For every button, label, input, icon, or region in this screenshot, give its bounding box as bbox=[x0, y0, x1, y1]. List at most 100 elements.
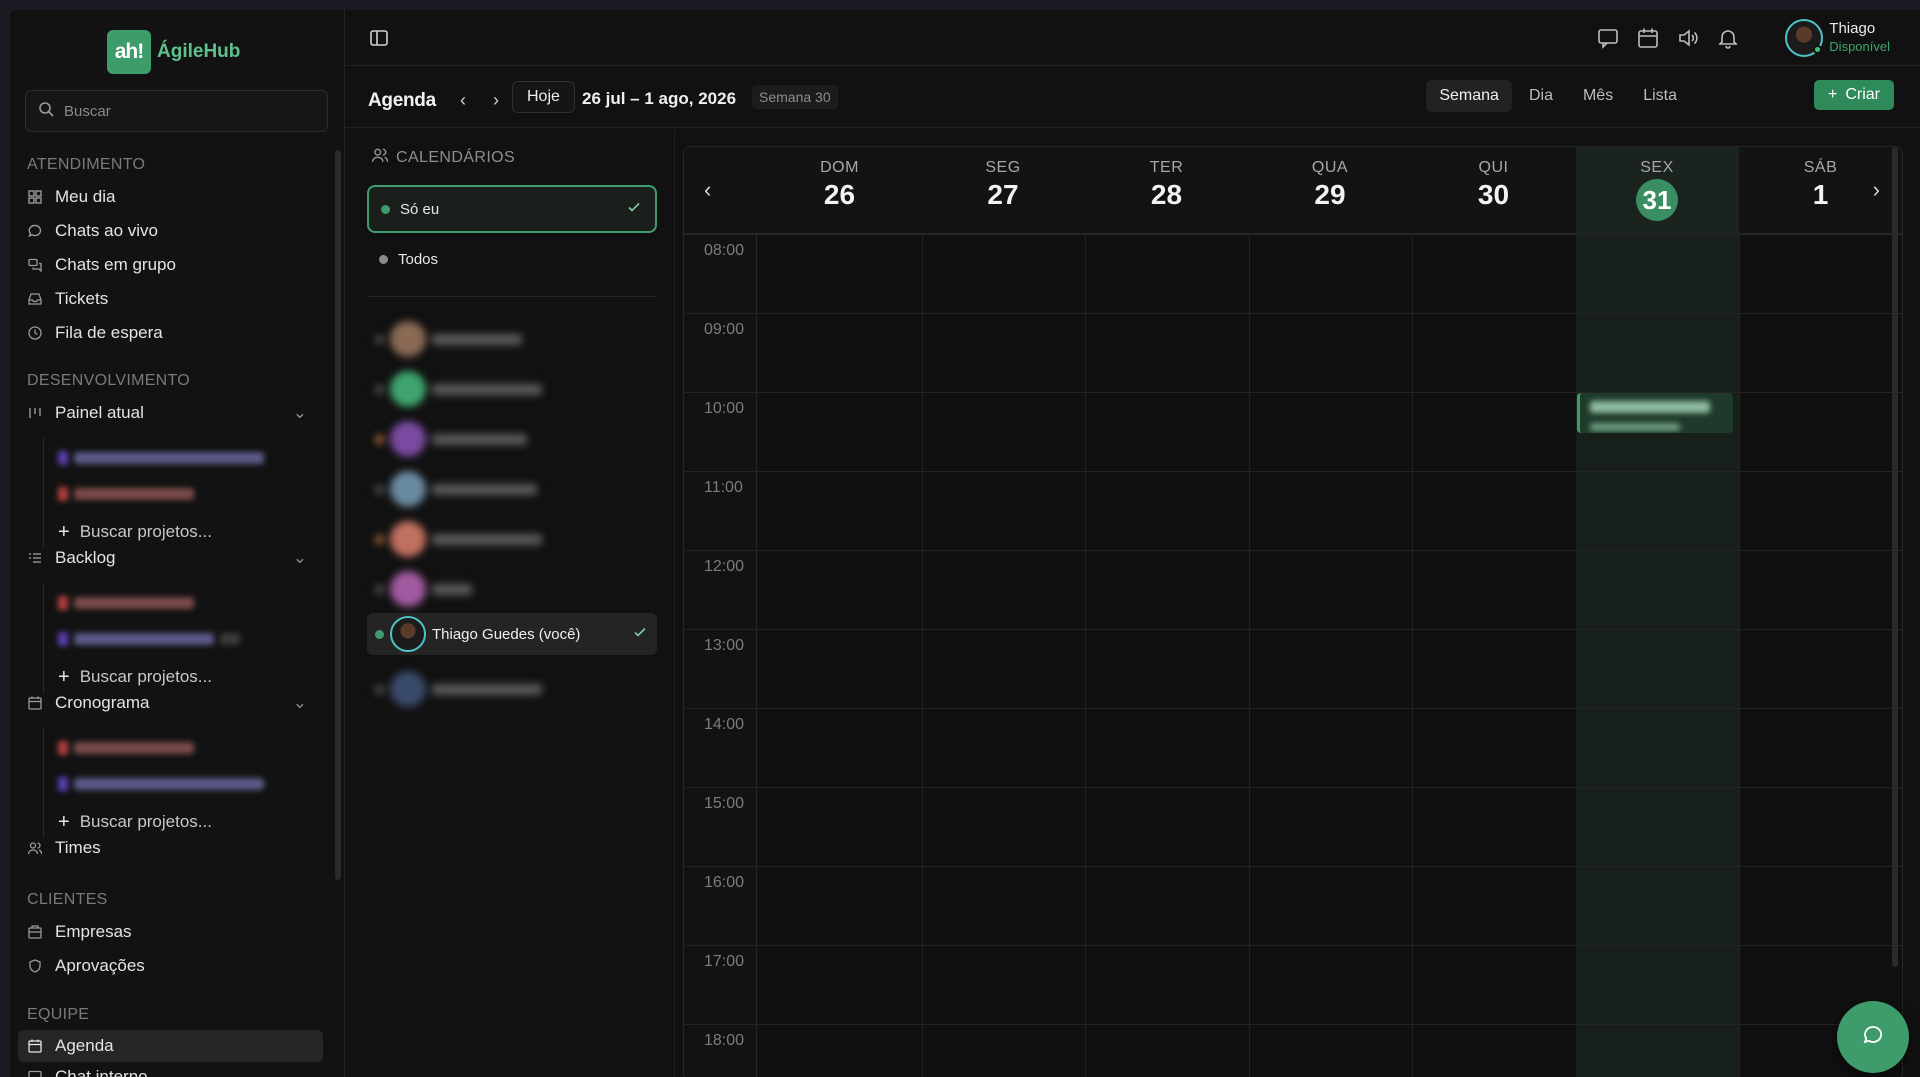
nav-chats-ao-vivo[interactable]: Chats ao vivo bbox=[27, 216, 327, 246]
sidebar-scrollbar[interactable] bbox=[335, 150, 341, 880]
user-menu[interactable]: Thiago Disponível bbox=[1785, 19, 1890, 57]
user-name: Thiago bbox=[1829, 20, 1876, 37]
search-input[interactable] bbox=[64, 102, 304, 120]
calendar-event[interactable] bbox=[1577, 393, 1733, 433]
nav-aprovacoes[interactable]: Aprovações bbox=[27, 951, 327, 981]
speaker-icon[interactable] bbox=[1676, 26, 1700, 50]
nav-label: Fila de espera bbox=[55, 323, 163, 342]
blurred-project[interactable] bbox=[58, 593, 194, 613]
person-item[interactable] bbox=[367, 468, 657, 510]
view-lista[interactable]: Lista bbox=[1630, 80, 1690, 112]
add-project-label: Buscar projetos... bbox=[79, 812, 212, 831]
hour-row[interactable] bbox=[684, 1024, 1902, 1077]
hour-row[interactable] bbox=[684, 550, 1902, 629]
nav-chats-em-grupo[interactable]: Chats em grupo bbox=[27, 250, 327, 280]
calendars-title-text: CALENDÁRIOS bbox=[396, 148, 516, 166]
search-box[interactable] bbox=[25, 90, 328, 132]
user-status: Disponível bbox=[1829, 39, 1890, 54]
person-item[interactable] bbox=[367, 368, 657, 410]
today-button[interactable]: Hoje bbox=[512, 81, 575, 113]
hour-label: 11:00 bbox=[704, 479, 743, 496]
nav-cronograma[interactable]: Cronograma ⌄ bbox=[27, 688, 327, 718]
chevron-down-icon[interactable]: ⌄ bbox=[293, 403, 307, 423]
nav-fila-de-espera[interactable]: Fila de espera bbox=[27, 318, 327, 348]
nav-meu-dia[interactable]: Meu dia bbox=[27, 182, 327, 212]
check-icon bbox=[627, 200, 641, 218]
day-header[interactable]: SEG 27 bbox=[922, 147, 1085, 234]
person-item-me[interactable]: Thiago Guedes (você) bbox=[367, 613, 657, 655]
blurred-project[interactable] bbox=[58, 738, 194, 758]
person-item[interactable] bbox=[367, 418, 657, 460]
avatar bbox=[1785, 19, 1824, 57]
day-header[interactable]: QUA 29 bbox=[1249, 147, 1412, 234]
day-header[interactable]: SÁB 1 bbox=[1739, 147, 1902, 234]
blurred-project[interactable] bbox=[58, 484, 194, 504]
create-label: Criar bbox=[1845, 86, 1880, 103]
create-button[interactable]: + Criar bbox=[1813, 80, 1894, 110]
hour-label: 14:00 bbox=[704, 716, 745, 733]
view-mes[interactable]: Mês bbox=[1570, 80, 1626, 112]
day-name: SEG bbox=[985, 159, 1021, 176]
calendar-option-todos[interactable]: Todos bbox=[367, 235, 657, 283]
chat-fab-button[interactable] bbox=[1837, 1001, 1909, 1073]
date-range: 26 jul – 1 ago, 2026 bbox=[582, 89, 737, 108]
hour-row[interactable] bbox=[684, 945, 1902, 1024]
nav-painel-atual[interactable]: Painel atual ⌄ bbox=[27, 398, 327, 428]
day-name: TER bbox=[1149, 159, 1184, 176]
calendar-icon[interactable] bbox=[1636, 26, 1660, 50]
calendar-header: ‹ › DOM 26 SEG 27 TER 28 QUA 29 QUI 30 SEX 31 SÁB 1 bbox=[684, 147, 1902, 234]
view-semana[interactable]: Semana bbox=[1426, 80, 1512, 112]
nav-label: Empresas bbox=[55, 922, 132, 941]
next-week-button[interactable]: › bbox=[493, 90, 499, 111]
nav-chat-interno[interactable]: Chat interno bbox=[27, 1062, 327, 1077]
day-header[interactable]: QUI 30 bbox=[1412, 147, 1575, 234]
view-dia[interactable]: Dia bbox=[1516, 80, 1566, 112]
hour-row[interactable] bbox=[684, 787, 1902, 866]
nav-times[interactable]: Times bbox=[27, 833, 327, 863]
calendars-panel: CALENDÁRIOS Só eu Todos Thiago Guedes (v… bbox=[345, 129, 675, 1077]
blurred-project[interactable] bbox=[58, 774, 264, 794]
add-project-label: Buscar projetos... bbox=[79, 667, 212, 686]
add-project-button[interactable]: + Buscar projetos... bbox=[58, 520, 212, 544]
plus-icon: + bbox=[58, 665, 70, 688]
sidebar-toggle-icon[interactable] bbox=[369, 28, 391, 48]
hour-label: 16:00 bbox=[704, 874, 745, 891]
chevron-down-icon[interactable]: ⌄ bbox=[293, 548, 307, 568]
nav-empresas[interactable]: Empresas bbox=[27, 917, 327, 947]
users-icon bbox=[27, 840, 43, 856]
blurred-project[interactable] bbox=[58, 448, 264, 468]
nav-agenda[interactable]: Agenda bbox=[18, 1030, 323, 1062]
prev-week-button[interactable]: ‹ bbox=[460, 90, 466, 111]
day-name: SEX bbox=[1640, 159, 1674, 176]
hour-row[interactable] bbox=[684, 866, 1902, 945]
chevron-left-icon[interactable]: ‹ bbox=[704, 177, 711, 203]
hour-row[interactable] bbox=[684, 234, 1902, 313]
day-header[interactable]: SEX 31 bbox=[1575, 147, 1739, 234]
section-atendimento: ATENDIMENTO bbox=[27, 156, 146, 173]
hour-label: 08:00 bbox=[704, 242, 745, 259]
chat-group-icon bbox=[27, 257, 43, 273]
add-project-button[interactable]: + Buscar projetos... bbox=[58, 665, 212, 689]
hour-row[interactable] bbox=[684, 708, 1902, 787]
bell-icon[interactable] bbox=[1716, 26, 1740, 50]
person-item[interactable] bbox=[367, 568, 657, 610]
hour-row[interactable] bbox=[684, 471, 1902, 550]
message-icon[interactable] bbox=[1596, 26, 1620, 50]
person-item[interactable] bbox=[367, 518, 657, 560]
hour-row[interactable] bbox=[684, 629, 1902, 708]
day-header[interactable]: TER 28 bbox=[1085, 147, 1248, 234]
person-item[interactable] bbox=[367, 668, 657, 710]
blurred-project[interactable] bbox=[58, 629, 240, 649]
nav-backlog[interactable]: Backlog ⌄ bbox=[27, 543, 327, 573]
nav-tickets[interactable]: Tickets bbox=[27, 284, 327, 314]
day-header[interactable]: DOM 26 bbox=[758, 147, 921, 234]
hour-label: 10:00 bbox=[704, 400, 745, 417]
person-item[interactable] bbox=[367, 318, 657, 360]
nav-label: Aprovações bbox=[55, 956, 145, 975]
hour-row[interactable] bbox=[684, 313, 1902, 392]
add-project-button[interactable]: + Buscar projetos... bbox=[58, 810, 212, 834]
calendar-scrollbar[interactable] bbox=[1892, 147, 1898, 967]
brand-logo[interactable]: ah! ÁgileHub bbox=[107, 30, 240, 74]
chevron-down-icon[interactable]: ⌄ bbox=[293, 693, 307, 713]
calendar-option-so-eu[interactable]: Só eu bbox=[367, 185, 657, 233]
